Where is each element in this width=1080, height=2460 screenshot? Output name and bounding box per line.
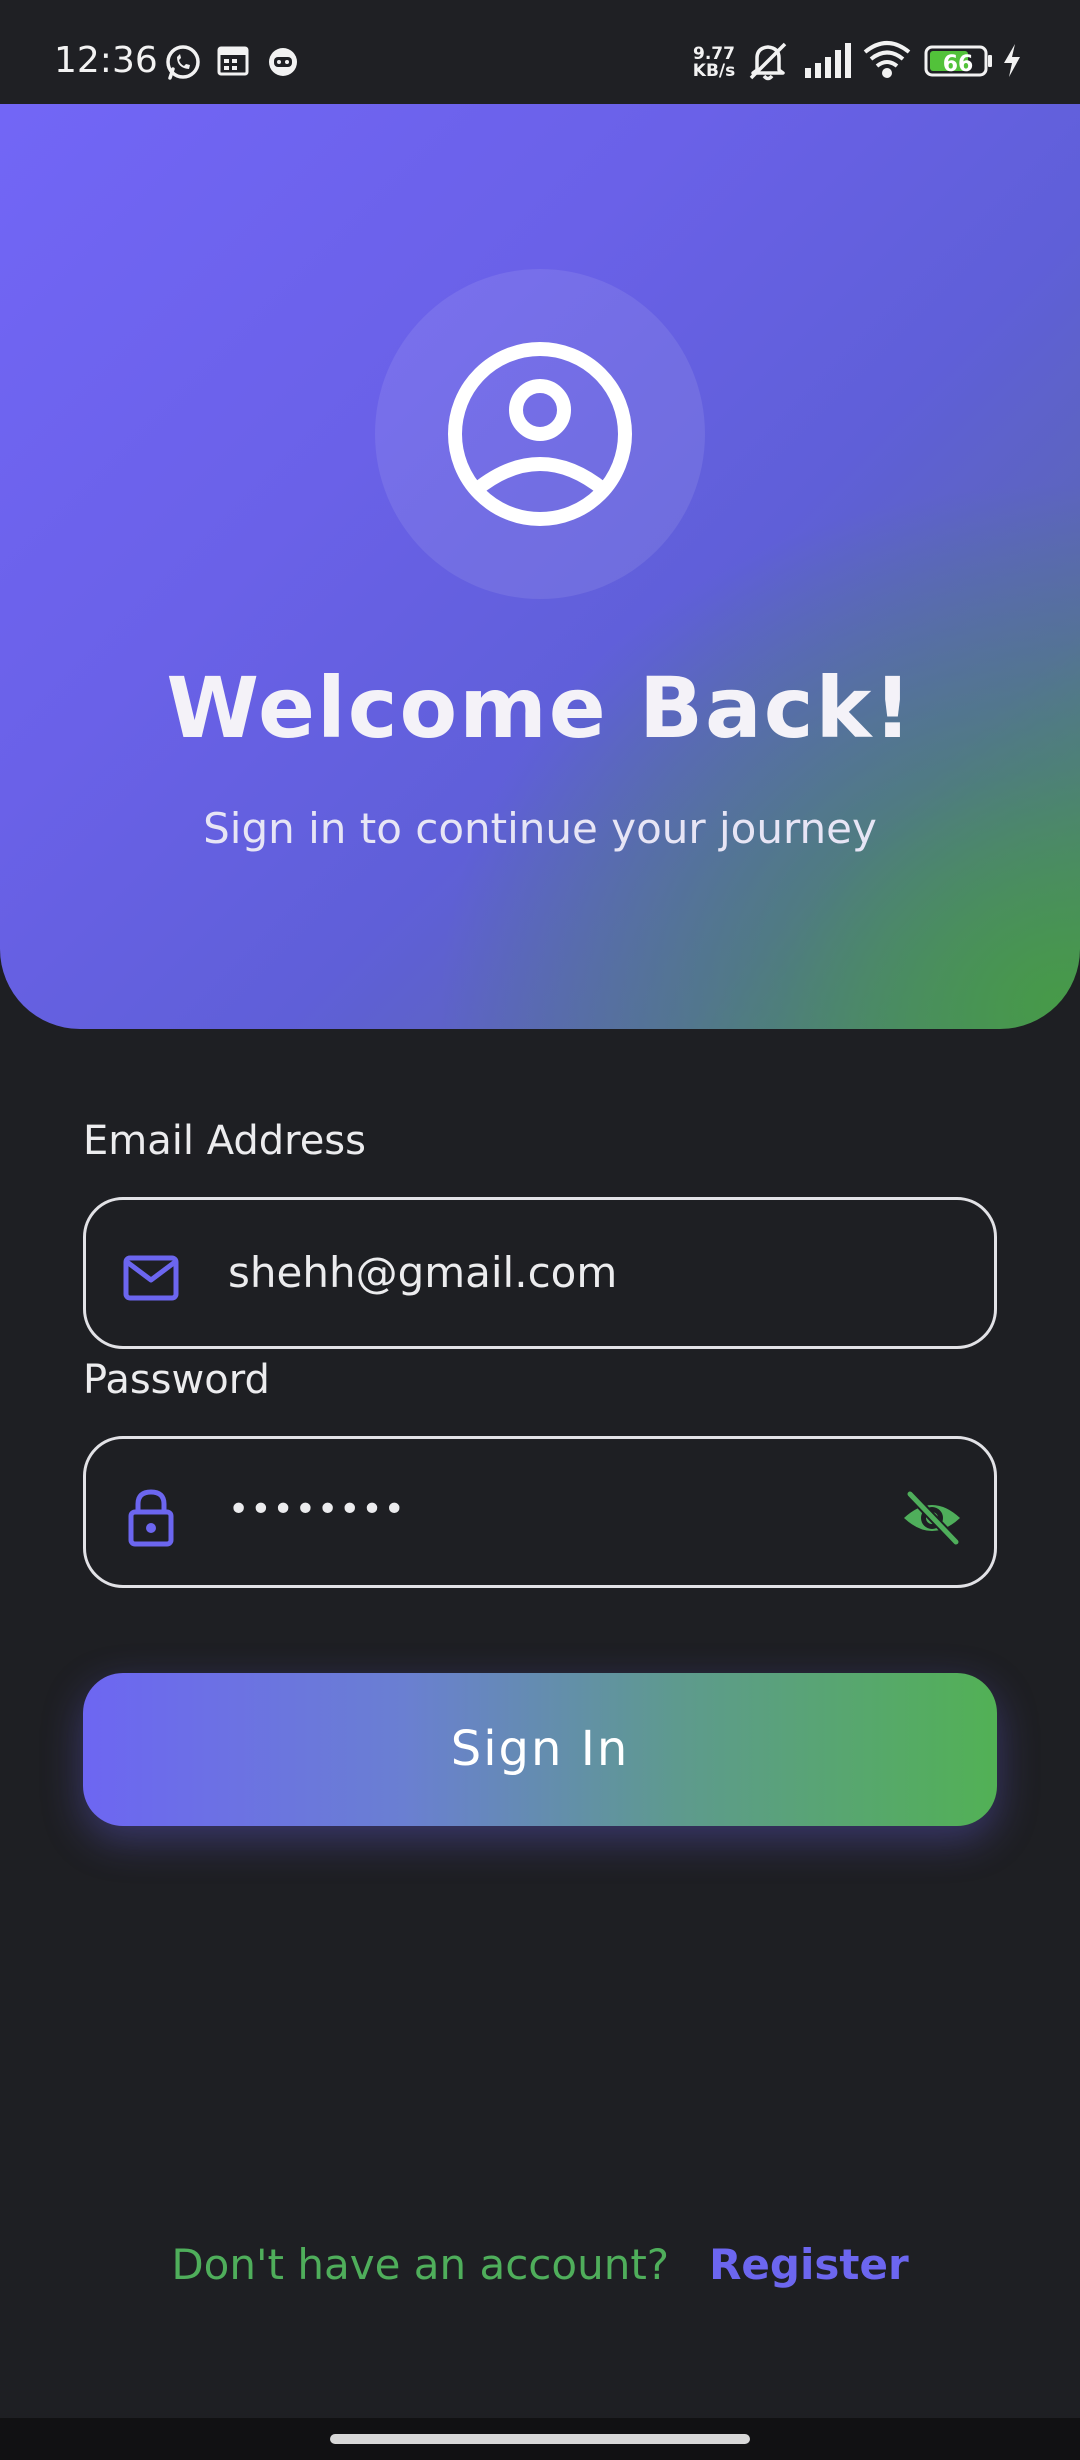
battery-level: 66 [942, 52, 974, 77]
calendar-icon [217, 46, 249, 76]
email-value[interactable]: shehh@gmail.com [228, 1248, 617, 1297]
home-indicator[interactable] [330, 2434, 750, 2444]
email-field[interactable]: shehh@gmail.com [83, 1197, 997, 1349]
user-circle-icon [448, 342, 632, 526]
page-title: Welcome Back! [166, 659, 914, 757]
header-banner: Welcome Back! Sign in to continue your j… [0, 104, 1080, 1029]
login-screen: 12:36 9.77 KB/s 66 Welcome Back! Sign in… [0, 0, 1080, 2460]
eye-off-icon[interactable] [900, 1486, 964, 1550]
network-speed-unit: KB/s [692, 61, 736, 81]
password-value[interactable]: •••••••• [228, 1489, 406, 1530]
mail-icon [123, 1255, 179, 1301]
system-nav-bar [0, 2418, 1080, 2460]
register-prompt-row: Don't have an account? Register [0, 2240, 1080, 2289]
register-prompt-text: Don't have an account? [171, 2240, 670, 2289]
wifi-icon [863, 41, 911, 78]
register-link[interactable]: Register [709, 2240, 909, 2289]
signal-icon [805, 43, 851, 78]
network-speed: 9.77 KB/s [690, 46, 738, 80]
page-subtitle: Sign in to continue your journey [203, 804, 877, 853]
password-field[interactable]: •••••••• [83, 1436, 997, 1588]
sign-in-button[interactable]: Sign In [83, 1673, 997, 1826]
app-notification-icon [269, 48, 297, 76]
lock-icon [128, 1489, 174, 1547]
status-bar: 12:36 9.77 KB/s 66 [0, 0, 1080, 104]
password-label: Password [83, 1357, 270, 1403]
charging-icon [1004, 44, 1020, 77]
whatsapp-icon [166, 45, 200, 80]
status-time: 12:36 [54, 40, 158, 81]
email-label: Email Address [83, 1118, 366, 1164]
mute-icon [749, 42, 787, 81]
